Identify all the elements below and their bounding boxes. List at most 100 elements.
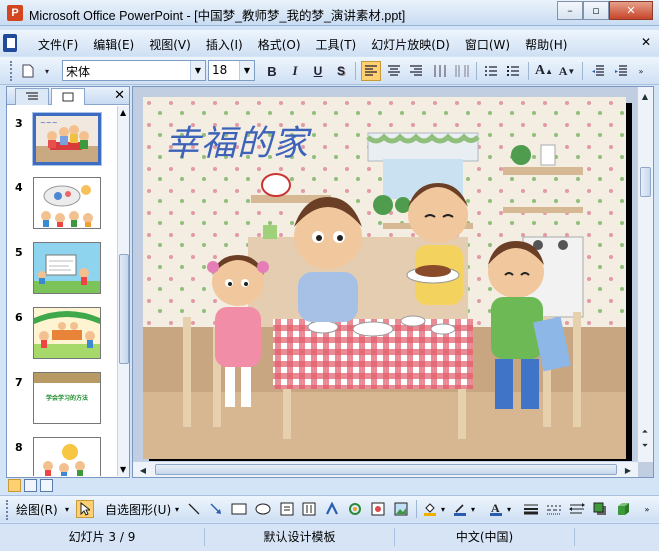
diagram-icon[interactable] — [346, 500, 364, 518]
new-document-icon[interactable] — [18, 61, 38, 81]
slide-thumbnail-row[interactable]: 4 — [7, 177, 117, 237]
scroll-right-arrow-icon[interactable]: ▶ — [621, 463, 635, 477]
align-right-icon[interactable] — [406, 61, 426, 81]
slide-thumbnail[interactable] — [33, 177, 101, 229]
scrollbar-thumb[interactable] — [155, 464, 617, 475]
shadow-button[interactable]: S — [331, 61, 351, 81]
slide-thumbnail[interactable]: ~~~ — [32, 112, 102, 166]
font-name-combo[interactable]: 宋体 ▼ — [62, 60, 206, 81]
tab-outline[interactable] — [15, 88, 49, 105]
scrollbar-thumb[interactable] — [640, 167, 651, 197]
slide-thumbnail-row[interactable]: 7 学会学习的方法 — [7, 372, 117, 432]
fill-color-arrow-icon[interactable]: ▾ — [441, 505, 445, 514]
font-size-dropdown-arrow-icon[interactable]: ▼ — [239, 61, 254, 80]
clip-art-icon[interactable] — [369, 500, 387, 518]
grow-font-button[interactable]: A ▲ — [534, 61, 554, 81]
slide-vertical-scrollbar[interactable]: ▲ ⏶ ⏷ — [637, 87, 653, 462]
next-slide-icon[interactable]: ⏷ — [638, 439, 652, 453]
vertical-text-box-icon[interactable] — [300, 500, 318, 518]
bulleted-list-icon[interactable] — [503, 61, 523, 81]
slide-thumbnail-row[interactable]: 6 — [7, 307, 117, 367]
slide-thumbnail[interactable]: 学会学习的方法 — [33, 372, 101, 424]
shrink-font-button[interactable]: A ▼ — [557, 61, 577, 81]
align-left-icon[interactable] — [361, 61, 381, 81]
menu-view[interactable]: 视图(V) — [149, 36, 191, 53]
scroll-up-arrow-icon[interactable]: ▲ — [638, 89, 652, 103]
decrease-indent-icon[interactable] — [588, 61, 608, 81]
align-center-icon[interactable] — [384, 61, 404, 81]
font-size-combo[interactable]: 18 ▼ — [208, 60, 255, 81]
3d-style-icon[interactable] — [614, 500, 632, 518]
line-color-arrow-icon[interactable]: ▾ — [471, 505, 475, 514]
column-spacing-icon[interactable] — [452, 61, 472, 81]
autoshapes-arrow-icon[interactable]: ▾ — [175, 505, 179, 514]
scroll-left-arrow-icon[interactable]: ◀ — [136, 463, 150, 477]
select-pointer-icon[interactable] — [76, 500, 94, 518]
tab-slides[interactable] — [51, 88, 85, 105]
numbered-list-icon[interactable] — [481, 61, 501, 81]
arrow-style-icon[interactable] — [568, 500, 586, 518]
underline-button[interactable]: U — [308, 61, 328, 81]
line-icon[interactable] — [185, 500, 203, 518]
thumbnails-scrollbar[interactable]: ▲ ▼ — [117, 106, 129, 476]
wordart-icon[interactable] — [323, 500, 341, 518]
draw-menu-arrow-icon[interactable]: ▾ — [65, 505, 69, 514]
menu-edit[interactable]: 编辑(E) — [93, 36, 134, 53]
menu-format[interactable]: 格式(O) — [258, 36, 301, 53]
fill-color-icon[interactable] — [421, 500, 439, 518]
arrow-icon[interactable] — [207, 500, 225, 518]
slide-thumbnail[interactable] — [33, 307, 101, 359]
powerpoint-app-icon[interactable]: P — [7, 5, 23, 21]
italic-button[interactable]: I — [285, 61, 305, 81]
slide-thumbnail-row[interactable]: 5 — [7, 242, 117, 302]
menu-slideshow[interactable]: 幻灯片放映(D) — [371, 36, 450, 53]
font-color-icon[interactable]: A — [487, 500, 505, 518]
slide-thumbnail[interactable] — [33, 437, 101, 476]
line-color-icon[interactable] — [451, 500, 469, 518]
close-pane-button[interactable]: ✕ — [114, 88, 125, 103]
slide-sorter-view-icon[interactable] — [24, 479, 37, 492]
autoshapes-button[interactable]: 自选图形(U) — [105, 501, 171, 518]
insert-picture-icon[interactable] — [392, 500, 410, 518]
menu-file[interactable]: 文件(F) — [38, 36, 78, 53]
normal-view-icon[interactable] — [8, 479, 21, 492]
current-slide[interactable]: 幸福的家 — [143, 97, 626, 459]
toolbar-overflow-chevron-icon[interactable]: » — [634, 61, 648, 81]
rectangle-icon[interactable] — [230, 500, 248, 518]
toolbar-overflow-chevron-icon[interactable]: » — [638, 500, 656, 518]
slide-horizontal-scrollbar[interactable]: ◀ ▶ — [133, 461, 638, 477]
design-template[interactable]: 默认设计模板 — [205, 528, 395, 546]
font-color-arrow-icon[interactable]: ▾ — [507, 505, 511, 514]
document-icon[interactable] — [3, 34, 17, 52]
slide-thumbnail-row[interactable]: 3 ~~~ — [7, 112, 117, 173]
increase-indent-icon[interactable] — [611, 61, 631, 81]
bold-button[interactable]: B — [262, 61, 282, 81]
menu-help[interactable]: 帮助(H) — [525, 36, 567, 53]
toolbar-options-chevron-icon[interactable]: ▾ — [40, 61, 54, 81]
scroll-up-arrow-icon[interactable]: ▲ — [120, 108, 126, 117]
oval-icon[interactable] — [254, 500, 272, 518]
scroll-down-arrow-icon[interactable]: ▼ — [120, 465, 126, 474]
draw-menu-button[interactable]: 绘图(R) — [16, 501, 58, 518]
text-box-icon[interactable] — [278, 500, 296, 518]
slide-thumbnail-row[interactable]: 8 — [7, 437, 117, 476]
distribute-icon[interactable] — [430, 61, 450, 81]
menu-window[interactable]: 窗口(W) — [465, 36, 510, 53]
maximize-button[interactable]: ▫ — [583, 1, 609, 20]
shadow-style-icon[interactable] — [591, 500, 609, 518]
line-style-icon[interactable] — [522, 500, 540, 518]
slideshow-view-icon[interactable] — [40, 479, 53, 492]
slide-title[interactable]: 幸福的家 — [165, 115, 309, 166]
toolbar-grip[interactable] — [10, 61, 12, 81]
font-dropdown-arrow-icon[interactable]: ▼ — [190, 61, 205, 80]
scrollbar-thumb[interactable] — [119, 254, 129, 364]
toolbar-grip[interactable] — [6, 500, 8, 520]
close-window-button[interactable]: ✕ — [609, 1, 653, 20]
dash-style-icon[interactable] — [545, 500, 563, 518]
slide-thumbnail[interactable] — [33, 242, 101, 294]
previous-slide-icon[interactable]: ⏶ — [638, 425, 652, 439]
menu-tools[interactable]: 工具(T) — [316, 36, 357, 53]
close-document-button[interactable]: ✕ — [641, 35, 651, 49]
minimize-button[interactable]: – — [557, 1, 583, 20]
menu-insert[interactable]: 插入(I) — [206, 36, 243, 53]
